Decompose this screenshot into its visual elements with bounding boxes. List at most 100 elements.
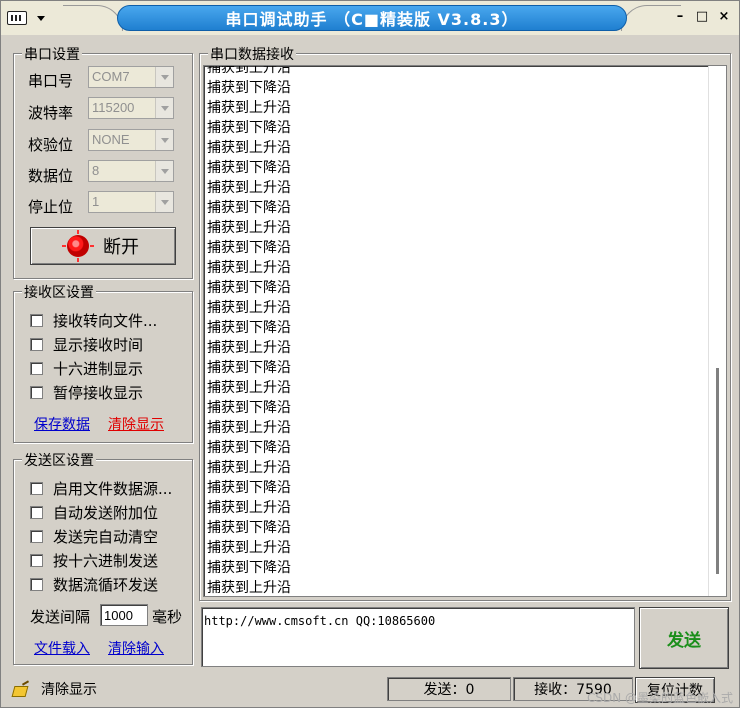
checkbox-box[interactable] [30,506,43,519]
baud-label: 波特率 [28,104,74,122]
receive-line: 捕获到下降沿 [207,240,291,256]
file-source-checkbox[interactable]: 启用文件数据源... [30,478,172,499]
dropdown-arrow-icon [155,98,173,118]
receive-settings-legend: 接收区设置 [22,282,96,302]
scrollbar-thumb[interactable] [716,368,719,574]
loop-send-checkbox[interactable]: 数据流循环发送 [30,574,158,595]
checkbox-box[interactable] [30,386,43,399]
checkbox-label: 按十六进制发送 [53,552,159,570]
sent-count: 发送：0 [387,677,511,701]
title-decoration-left [63,5,123,31]
show-recv-time-checkbox[interactable]: 显示接收时间 [30,334,143,355]
port-value: COM7 [92,69,130,84]
checkbox-box[interactable] [30,338,43,351]
clear-display-link[interactable]: 清除显示 [108,414,164,434]
receive-line: 捕获到上升沿 [207,180,291,196]
port-select[interactable]: COM7 [88,66,174,88]
restore-button[interactable]: □ [695,9,709,24]
save-data-link[interactable]: 保存数据 [34,414,90,434]
send-interval-input[interactable] [100,604,148,626]
stopbits-select[interactable]: 1 [88,191,174,213]
receive-line: 捕获到上升沿 [207,220,291,236]
checkbox-label: 数据流循环发送 [53,576,159,594]
checkbox-box[interactable] [30,554,43,567]
databits-value: 8 [92,163,100,178]
receive-line: 捕获到下降沿 [207,80,291,96]
receive-line: 捕获到下降沿 [207,120,291,136]
close-button[interactable]: × [717,9,731,24]
send-textarea[interactable]: http://www.cmsoft.cn QQ:10865600 [201,607,635,667]
recv-to-file-checkbox[interactable]: 接收转向文件... [30,310,157,331]
checkbox-label: 发送完自动清空 [53,528,159,546]
status-led-icon [62,230,94,262]
receive-line: 捕获到上升沿 [207,380,291,396]
baud-value: 115200 [92,100,135,115]
checkbox-box[interactable] [30,530,43,543]
checkbox-label: 启用文件数据源... [53,480,173,498]
clear-input-link[interactable]: 清除输入 [108,638,164,658]
auto-append-checkbox[interactable]: 自动发送附加位 [30,502,158,523]
send-interval-unit: 毫秒 [152,608,183,626]
pause-display-checkbox[interactable]: 暂停接收显示 [30,382,143,403]
receive-line: 捕获到下降沿 [207,280,291,296]
parity-select[interactable]: NONE [88,129,174,151]
title-bar[interactable]: 串口调试助手 （C■精装版 V3.8.3） – □ × [1,1,739,35]
receive-line: 捕获到下降沿 [207,360,291,376]
receive-line: 捕获到上升沿 [207,300,291,316]
receive-textarea[interactable]: 捕获到上升沿 捕获到下降沿 捕获到上升沿 捕获到下降沿 捕获到上升沿 捕获到下降沿 捕获到上… [203,65,727,597]
receive-line: 捕获到上升沿 [207,100,291,116]
parity-value: NONE [92,132,130,147]
keyboard-icon [7,11,27,25]
receive-line: 捕获到上升沿 [207,65,291,76]
stopbits-value: 1 [92,194,100,209]
receive-line: 捕获到上升沿 [207,140,291,156]
window-title: 串口调试助手 （C■精装版 V3.8.3） [117,5,627,31]
system-menu-button[interactable] [7,7,63,29]
receive-line: 捕获到下降沿 [207,200,291,216]
receive-line: 捕获到下降沿 [207,160,291,176]
databits-select[interactable]: 8 [88,160,174,182]
stopbits-label: 停止位 [28,198,74,216]
dropdown-arrow-icon [155,67,173,87]
receive-line: 捕获到下降沿 [207,320,291,336]
open-close-port-label: 断开 [103,237,139,258]
receive-text-lines: 捕获到上升沿 捕获到下降沿 捕获到上升沿 捕获到下降沿 捕获到上升沿 捕获到下降沿 捕获到上… [207,65,291,596]
hex-display-checkbox[interactable]: 十六进制显示 [30,358,143,379]
receive-line: 捕获到下降沿 [207,480,291,496]
minimize-button[interactable]: – [673,9,687,24]
checkbox-label: 接收转向文件... [53,312,158,330]
dropdown-arrow-icon [155,192,173,212]
receive-area-legend: 串口数据接收 [208,44,296,64]
broom-icon [13,682,29,696]
checkbox-box[interactable] [30,362,43,375]
checkbox-label: 十六进制显示 [53,360,144,378]
dropdown-arrow-icon [155,130,173,150]
receive-line: 捕获到上升沿 [207,340,291,356]
app-window: 串口调试助手 （C■精装版 V3.8.3） – □ × 串口设置 串口号 COM… [0,0,740,708]
receive-settings-group: 接收区设置 接收转向文件... 显示接收时间 十六进制显示 暂停接收显示 保存数… [13,282,193,443]
open-close-port-button[interactable]: 断开 [30,227,176,265]
receive-line: 捕获到上升沿 [207,420,291,436]
send-button[interactable]: 发送 [639,607,729,669]
checkbox-box[interactable] [30,314,43,327]
receive-line: 捕获到上升沿 [207,260,291,276]
receive-line: 捕获到下降沿 [207,520,291,536]
serial-settings-group: 串口设置 串口号 COM7 波特率 115200 校验位 NONE 数据位 8 … [13,44,193,279]
status-clear-label: 清除显示 [41,682,97,698]
databits-label: 数据位 [28,167,74,185]
receive-line: 捕获到下降沿 [207,560,291,576]
vertical-scrollbar[interactable] [708,66,726,596]
hex-send-checkbox[interactable]: 按十六进制发送 [30,550,158,571]
checkbox-box[interactable] [30,578,43,591]
send-interval-label: 发送间隔 [30,608,91,626]
watermark: CSDN @墨染的蓝色嵌入式 [586,691,733,705]
receive-line: 捕获到上升沿 [207,580,291,596]
load-file-link[interactable]: 文件载入 [34,638,90,658]
baud-select[interactable]: 115200 [88,97,174,119]
auto-clear-checkbox[interactable]: 发送完自动清空 [30,526,158,547]
status-clear-display[interactable]: 清除显示 [13,679,97,699]
window-controls: – □ × [673,9,731,24]
checkbox-label: 自动发送附加位 [53,504,159,522]
receive-line: 捕获到下降沿 [207,400,291,416]
checkbox-box[interactable] [30,482,43,495]
